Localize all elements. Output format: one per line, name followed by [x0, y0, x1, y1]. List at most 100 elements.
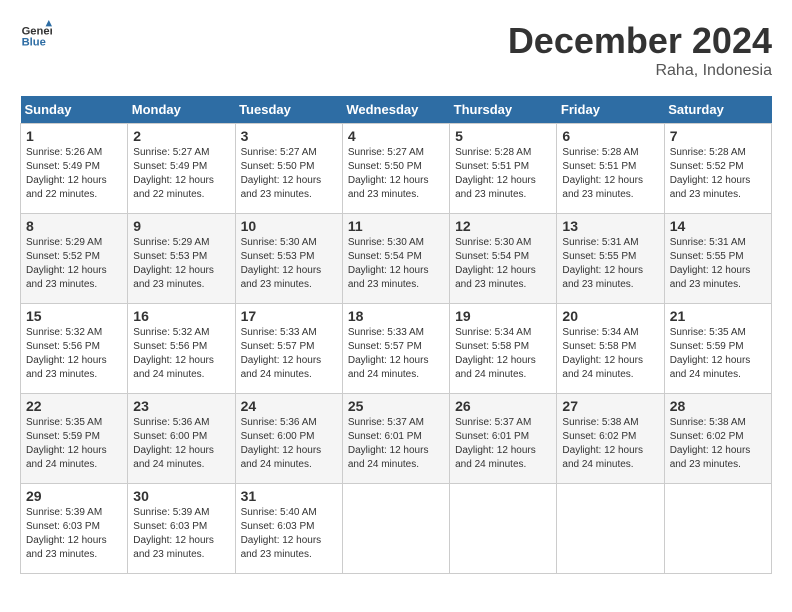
- day-detail: Sunrise: 5:36 AMSunset: 6:00 PMDaylight:…: [241, 416, 337, 472]
- sunset-label: Sunset: 5:53 PM: [133, 251, 207, 262]
- calendar-body: 1 Sunrise: 5:26 AM Sunset: 5:49 PM Daylight…: [21, 124, 772, 574]
- sunrise-label: Sunrise: 5:26 AM: [26, 147, 102, 158]
- day-number: 2: [133, 128, 229, 144]
- day-detail: Sunrise: 5:32 AMSunset: 5:56 PMDaylight:…: [26, 326, 122, 382]
- day-number: 20: [562, 308, 658, 324]
- daylight-label: Daylight: 12 hours: [26, 535, 107, 546]
- daylight-minutes: and 24 minutes.: [241, 369, 312, 380]
- sunrise-label: Sunrise: 5:33 AM: [241, 327, 317, 338]
- calendar-cell: 11Sunrise: 5:30 AMSunset: 5:54 PMDayligh…: [342, 214, 449, 304]
- daylight-minutes: and 23 minutes.: [348, 189, 419, 200]
- day-number: 8: [26, 218, 122, 234]
- day-detail: Sunrise: 5:28 AMSunset: 5:52 PMDaylight:…: [670, 146, 766, 202]
- sunrise-label: Sunrise: 5:34 AM: [562, 327, 638, 338]
- sunrise-label: Sunrise: 5:30 AM: [455, 237, 531, 248]
- header-saturday: Saturday: [664, 96, 771, 124]
- calendar-cell: [557, 484, 664, 574]
- day-detail: Sunrise: 5:28 AMSunset: 5:51 PMDaylight:…: [562, 146, 658, 202]
- day-detail: Sunrise: 5:31 AMSunset: 5:55 PMDaylight:…: [670, 236, 766, 292]
- daylight-minutes: and 24 minutes.: [133, 459, 204, 470]
- sunrise-label: Sunrise: 5:33 AM: [348, 327, 424, 338]
- day-detail: Sunrise: 5:35 AMSunset: 5:59 PMDaylight:…: [670, 326, 766, 382]
- sunrise-label: Sunrise: 5:37 AM: [348, 417, 424, 428]
- calendar-cell: 20Sunrise: 5:34 AMSunset: 5:58 PMDayligh…: [557, 304, 664, 394]
- daylight-minutes: and 22 minutes.: [133, 189, 204, 200]
- sunrise-label: Sunrise: 5:35 AM: [670, 327, 746, 338]
- sunset-label: Sunset: 5:54 PM: [455, 251, 529, 262]
- sunrise-label: Sunrise: 5:31 AM: [562, 237, 638, 248]
- daylight-label: Daylight: 12 hours: [133, 175, 214, 186]
- day-detail: Sunrise: 5:31 AMSunset: 5:55 PMDaylight:…: [562, 236, 658, 292]
- daylight-minutes: and 23 minutes.: [670, 279, 741, 290]
- logo: General Blue: [20, 20, 56, 52]
- calendar-cell: 10Sunrise: 5:30 AMSunset: 5:53 PMDayligh…: [235, 214, 342, 304]
- day-number: 1: [26, 128, 122, 144]
- sunrise-label: Sunrise: 5:31 AM: [670, 237, 746, 248]
- svg-text:Blue: Blue: [22, 37, 46, 49]
- calendar-cell: 2Sunrise: 5:27 AMSunset: 5:49 PMDaylight…: [128, 124, 235, 214]
- daylight-label: Daylight: 12 hours: [26, 355, 107, 366]
- day-number: 14: [670, 218, 766, 234]
- sunrise-label: Sunrise: 5:38 AM: [562, 417, 638, 428]
- daylight-label: Daylight: 12 hours: [133, 535, 214, 546]
- sunset-label: Sunset: 6:00 PM: [241, 431, 315, 442]
- day-number: 6: [562, 128, 658, 144]
- sunrise-label: Sunrise: 5:28 AM: [670, 147, 746, 158]
- month-title: December 2024: [508, 20, 772, 62]
- sunset-label: Sunset: 5:58 PM: [455, 341, 529, 352]
- daylight-label: Daylight: 12 hours: [670, 175, 751, 186]
- day-detail: Sunrise: 5:40 AMSunset: 6:03 PMDaylight:…: [241, 506, 337, 562]
- daylight-minutes: and 24 minutes.: [562, 369, 633, 380]
- sunrise-label: Sunrise: 5:28 AM: [562, 147, 638, 158]
- sunrise-label: Sunrise: 5:29 AM: [26, 237, 102, 248]
- daylight-label: Daylight: 12 hours: [562, 265, 643, 276]
- daylight-minutes: and 23 minutes.: [348, 279, 419, 290]
- calendar-cell: 19Sunrise: 5:34 AMSunset: 5:58 PMDayligh…: [450, 304, 557, 394]
- calendar-cell: [450, 484, 557, 574]
- sunrise-label: Sunrise: 5:40 AM: [241, 507, 317, 518]
- sunrise-label: Sunrise: 5:29 AM: [133, 237, 209, 248]
- calendar-cell: 4Sunrise: 5:27 AMSunset: 5:50 PMDaylight…: [342, 124, 449, 214]
- sunrise-label: Sunrise: 5:30 AM: [348, 237, 424, 248]
- daylight-label: Daylight: 12 hours: [670, 355, 751, 366]
- calendar-cell: 22Sunrise: 5:35 AMSunset: 5:59 PMDayligh…: [21, 394, 128, 484]
- day-detail: Sunrise: 5:38 AMSunset: 6:02 PMDaylight:…: [670, 416, 766, 472]
- sunrise-label: Sunrise: 5:36 AM: [241, 417, 317, 428]
- calendar-cell: 14 Sunrise: 5:31 AMSunset: 5:55 PMDayligh…: [664, 214, 771, 304]
- daylight-minutes: and 23 minutes.: [562, 189, 633, 200]
- daylight-minutes: and 23 minutes.: [26, 549, 97, 560]
- week-row-5: 29Sunrise: 5:39 AMSunset: 6:03 PMDayligh…: [21, 484, 772, 574]
- calendar-cell: 5Sunrise: 5:28 AMSunset: 5:51 PMDaylight…: [450, 124, 557, 214]
- daylight-minutes: and 23 minutes.: [562, 279, 633, 290]
- sunset-label: Sunset: 5:56 PM: [26, 341, 100, 352]
- calendar-header-row: SundayMondayTuesdayWednesdayThursdayFrid…: [21, 96, 772, 124]
- daylight-minutes: and 23 minutes.: [26, 279, 97, 290]
- day-number: 11: [348, 218, 444, 234]
- day-number: 21: [670, 308, 766, 324]
- daylight-minutes: and 24 minutes.: [562, 459, 633, 470]
- sunset-label: Sunset: 5:56 PM: [133, 341, 207, 352]
- calendar-cell: 29Sunrise: 5:39 AMSunset: 6:03 PMDayligh…: [21, 484, 128, 574]
- daylight-label: Daylight: 12 hours: [562, 445, 643, 456]
- day-detail: Sunrise: 5:33 AMSunset: 5:57 PMDaylight:…: [241, 326, 337, 382]
- day-detail: Sunrise: 5:28 AMSunset: 5:51 PMDaylight:…: [455, 146, 551, 202]
- sunrise-label: Sunrise: 5:27 AM: [133, 147, 209, 158]
- day-number: 10: [241, 218, 337, 234]
- daylight-label: Daylight: 12 hours: [133, 445, 214, 456]
- sunset-label: Sunset: 6:02 PM: [562, 431, 636, 442]
- sunset-label: Sunset: 5:49 PM: [26, 161, 100, 172]
- day-detail: Sunrise: 5:26 AMSunset: 5:49 PMDaylight:…: [26, 146, 122, 202]
- daylight-minutes: and 23 minutes.: [455, 279, 526, 290]
- day-number: 23: [133, 398, 229, 414]
- sunset-label: Sunset: 5:51 PM: [455, 161, 529, 172]
- calendar-cell: 26Sunrise: 5:37 AMSunset: 6:01 PMDayligh…: [450, 394, 557, 484]
- sunrise-label: Sunrise: 5:30 AM: [241, 237, 317, 248]
- daylight-label: Daylight: 12 hours: [26, 265, 107, 276]
- sunrise-label: Sunrise: 5:39 AM: [133, 507, 209, 518]
- sunset-label: Sunset: 5:57 PM: [241, 341, 315, 352]
- daylight-minutes: and 24 minutes.: [348, 459, 419, 470]
- sunrise-label: Sunrise: 5:36 AM: [133, 417, 209, 428]
- sunrise-label: Sunrise: 5:34 AM: [455, 327, 531, 338]
- calendar-cell: 13Sunrise: 5:31 AMSunset: 5:55 PMDayligh…: [557, 214, 664, 304]
- day-detail: Sunrise: 5:38 AM Sunset: 6:02 PM Daylight:…: [562, 416, 658, 472]
